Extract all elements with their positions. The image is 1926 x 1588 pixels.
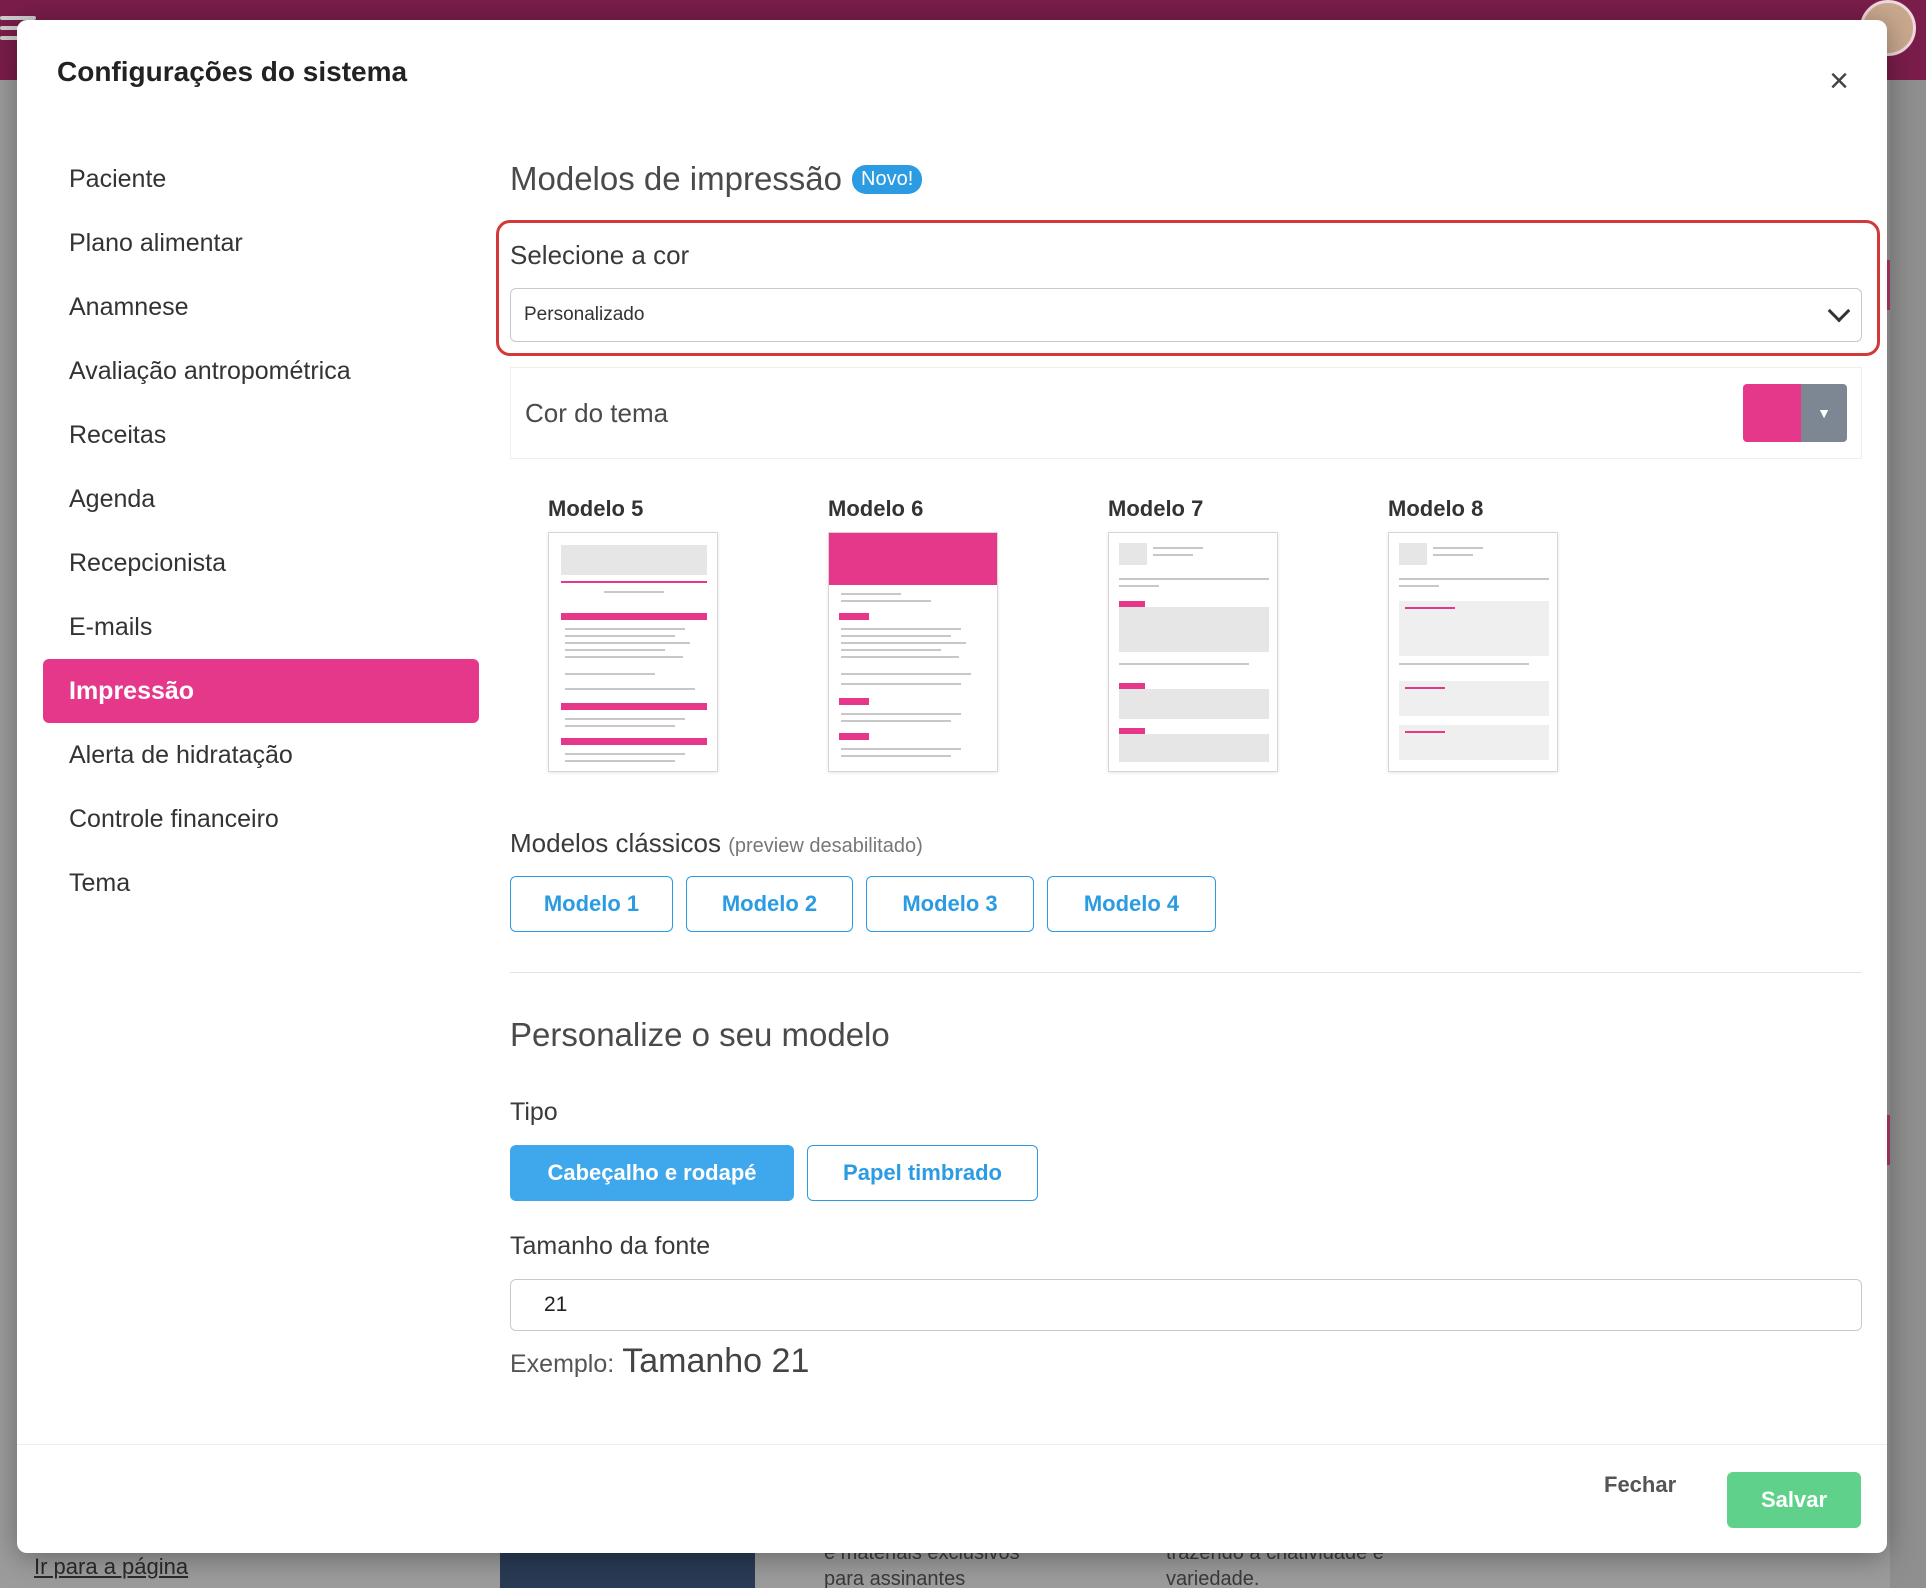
model-card-5[interactable]: Modelo 5 — [548, 496, 718, 772]
customize-title: Personalize o seu modelo — [510, 1016, 890, 1053]
sidebar-item-tema[interactable]: Tema — [43, 851, 479, 915]
settings-content: Modelos de impressão Novo! Selecione a c… — [496, 20, 1880, 1440]
header-footer-button[interactable]: Cabeçalho e rodapé — [510, 1145, 794, 1201]
sidebar-item-impressao[interactable]: Impressão — [43, 659, 479, 723]
chevron-down-icon — [1827, 299, 1851, 323]
classic-models-title: Modelos clássicos (preview desabilitado) — [510, 828, 923, 859]
font-example: Exemplo: Tamanho 21 — [510, 1342, 809, 1381]
model-name: Modelo 8 — [1388, 496, 1484, 521]
sidebar-item-agenda[interactable]: Agenda — [43, 467, 479, 531]
model-card-6[interactable]: Modelo 6 — [828, 496, 998, 772]
tipo-buttons: Cabeçalho e rodapé Papel timbrado — [510, 1145, 1038, 1201]
color-swatch — [1743, 384, 1801, 442]
sidebar-item-hidratacao[interactable]: Alerta de hidratação — [43, 723, 479, 787]
model-thumbnail — [828, 532, 998, 772]
tipo-label: Tipo — [510, 1098, 558, 1126]
sidebar-item-anamnese[interactable]: Anamnese — [43, 275, 479, 339]
close-button[interactable]: Fechar — [1604, 1472, 1676, 1498]
caret-down-icon: ▼ — [1801, 384, 1847, 442]
theme-color-row: Cor do tema ▼ — [510, 367, 1862, 459]
classic-models-subtitle: (preview desabilitado) — [728, 835, 923, 857]
background-column — [1890, 80, 1926, 1588]
model-3-button[interactable]: Modelo 3 — [866, 876, 1034, 932]
letterhead-button[interactable]: Papel timbrado — [807, 1145, 1038, 1201]
model-name: Modelo 7 — [1108, 496, 1204, 521]
theme-color-label: Cor do tema — [525, 397, 669, 428]
color-select-value: Personalizado — [524, 304, 645, 325]
modal-title: Configurações do sistema — [57, 56, 408, 87]
models-list: Modelo 5 Modelo 6 Modelo 7 Modelo 8 — [548, 496, 1558, 772]
font-size-label: Tamanho da fonte — [510, 1232, 711, 1260]
modal-footer-divider — [17, 1444, 1887, 1445]
font-size-input[interactable]: 21 — [510, 1279, 1862, 1331]
sidebar-item-emails[interactable]: E-mails — [43, 595, 479, 659]
model-2-button[interactable]: Modelo 2 — [686, 876, 853, 932]
model-thumbnail — [548, 532, 718, 772]
model-1-button[interactable]: Modelo 1 — [510, 876, 673, 932]
new-badge: Novo! — [852, 164, 923, 194]
save-button[interactable]: Salvar — [1727, 1472, 1861, 1528]
classic-models-title-text: Modelos clássicos — [510, 828, 721, 858]
sidebar-item-plano-alimentar[interactable]: Plano alimentar — [43, 211, 479, 275]
divider — [510, 972, 1862, 973]
background-link: Ir para a página — [34, 1554, 189, 1579]
sidebar-item-recepcionista[interactable]: Recepcionista — [43, 531, 479, 595]
settings-sidebar: Paciente Plano alimentar Anamnese Avalia… — [43, 147, 479, 915]
model-card-8[interactable]: Modelo 8 — [1388, 496, 1558, 772]
model-card-7[interactable]: Modelo 7 — [1108, 496, 1278, 772]
sidebar-item-paciente[interactable]: Paciente — [43, 147, 479, 211]
example-value: Tamanho 21 — [622, 1342, 810, 1380]
section-title-text: Modelos de impressão — [510, 160, 842, 197]
model-name: Modelo 5 — [548, 496, 644, 521]
model-thumbnail — [1388, 532, 1558, 772]
classic-models-buttons: Modelo 1 Modelo 2 Modelo 3 Modelo 4 — [510, 876, 1216, 932]
color-select[interactable]: Personalizado — [510, 288, 1862, 342]
sidebar-item-financeiro[interactable]: Controle financeiro — [43, 787, 479, 851]
theme-color-picker[interactable]: ▼ — [1743, 384, 1847, 442]
model-name: Modelo 6 — [828, 496, 924, 521]
sidebar-item-avaliacao[interactable]: Avaliação antropométrica — [43, 339, 479, 403]
example-label: Exemplo: — [510, 1350, 615, 1378]
model-4-button[interactable]: Modelo 4 — [1047, 876, 1216, 932]
select-color-label: Selecione a cor — [510, 240, 690, 270]
sidebar-item-receitas[interactable]: Receitas — [43, 403, 479, 467]
section-title: Modelos de impressão Novo! — [510, 160, 923, 198]
settings-modal: Configurações do sistema × Paciente Plan… — [17, 20, 1887, 1553]
model-thumbnail — [1108, 532, 1278, 772]
